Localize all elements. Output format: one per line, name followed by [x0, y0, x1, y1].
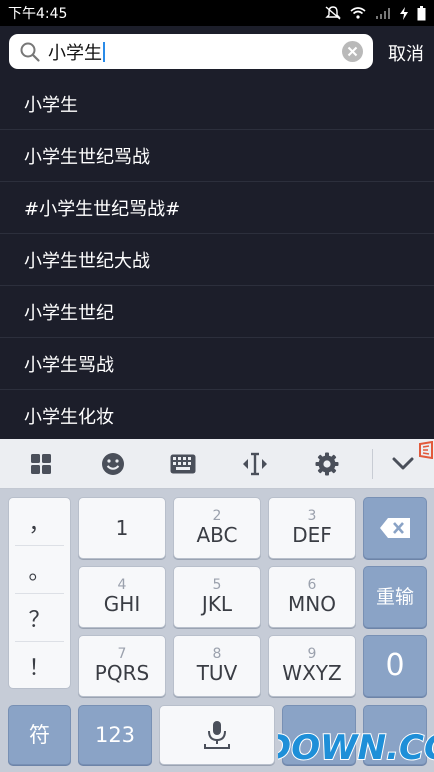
status-time: 下午4:45	[8, 6, 68, 22]
key-number: 6	[307, 577, 317, 593]
grid-icon	[31, 454, 51, 474]
key-number: 8	[212, 646, 222, 662]
watermark-logo: DOWN.CC	[278, 722, 434, 772]
search-input[interactable]: 小学生	[48, 39, 105, 65]
keyboard-switch-button[interactable]	[158, 439, 208, 489]
key-label: JKL	[201, 592, 233, 616]
punctuation-key-question[interactable]: ？	[15, 594, 64, 642]
punctuation-key-comma[interactable]: ，	[15, 498, 64, 546]
key-number: 9	[307, 646, 317, 662]
symbols-button[interactable]: 符	[8, 705, 71, 765]
suggestion-item[interactable]: 小学生世纪	[0, 286, 434, 338]
key-number: 3	[307, 508, 317, 524]
suggestion-item[interactable]: 小学生骂战	[0, 338, 434, 390]
numbers-label: 123	[94, 723, 136, 747]
suggestion-item[interactable]: 小学生世纪大战	[0, 234, 434, 286]
punctuation-column: ， 。 ？ ！	[8, 497, 71, 689]
key-number: 7	[117, 646, 127, 662]
key-5-jkl[interactable]: 5 JKL	[173, 566, 261, 628]
search-bar: 小学生 取消	[0, 26, 434, 78]
suggestion-item[interactable]: 小学生世纪骂战	[0, 130, 434, 182]
cursor-move-icon	[243, 452, 267, 476]
key-label: 1	[115, 516, 129, 540]
symbols-label: 符	[29, 723, 50, 747]
cursor-move-button[interactable]	[230, 439, 280, 489]
watermark-text: DOWN.CC	[278, 728, 434, 768]
suggestion-list: 小学生 小学生世纪骂战 #小学生世纪骂战# 小学生世纪大战 小学生世纪 小学生骂…	[0, 78, 434, 439]
punctuation-key-period[interactable]: 。	[15, 546, 64, 594]
space-voice-button[interactable]	[159, 705, 275, 765]
key-6-mno[interactable]: 6 MNO	[268, 566, 356, 628]
key-8-tuv[interactable]: 8 TUV	[173, 635, 261, 697]
mute-icon	[325, 6, 341, 20]
key-number: 2	[212, 508, 222, 524]
key-label: ABC	[196, 523, 238, 547]
backspace-button[interactable]	[363, 497, 427, 559]
key-4-ghi[interactable]: 4 GHI	[78, 566, 166, 628]
key-label: 0	[385, 648, 405, 683]
collapse-chevron-icon	[392, 457, 414, 470]
key-9-wxyz[interactable]: 9 WXYZ	[268, 635, 356, 697]
suggestion-item[interactable]: 小学生化妆	[0, 390, 434, 439]
key-2-abc[interactable]: 2 ABC	[173, 497, 261, 559]
key-label: WXYZ	[282, 661, 342, 685]
cancel-button[interactable]: 取消	[388, 40, 424, 66]
charging-icon	[400, 6, 408, 20]
close-icon	[347, 46, 358, 57]
suggestion-item[interactable]: #小学生世纪骂战#	[0, 182, 434, 234]
gear-icon	[315, 452, 339, 476]
signal-icon	[376, 8, 390, 19]
down-cc-logo-icon: DOWN.CC	[278, 727, 434, 769]
search-icon	[20, 42, 40, 62]
grid-button[interactable]	[16, 439, 66, 489]
key-0[interactable]: 0	[363, 635, 427, 697]
key-label: DEF	[292, 523, 332, 547]
key-label: MNO	[288, 592, 336, 616]
search-box[interactable]: 小学生	[9, 34, 373, 69]
keyboard-toolbar	[0, 439, 434, 489]
key-1[interactable]: 1	[78, 497, 166, 559]
ime-logo-icon	[419, 441, 433, 459]
key-label: GHI	[103, 592, 141, 616]
text-cursor	[103, 41, 105, 62]
search-query: 小学生	[48, 42, 102, 64]
key-number: 4	[117, 577, 127, 593]
backspace-icon	[380, 518, 410, 538]
toolbar-divider	[372, 449, 373, 479]
battery-icon	[417, 5, 426, 20]
reenter-label: 重输	[375, 586, 414, 608]
key-number: 5	[212, 577, 222, 593]
key-7-pqrs[interactable]: 7 PQRS	[78, 635, 166, 697]
status-bar: 下午4:45	[0, 0, 434, 26]
numbers-button[interactable]: 123	[78, 705, 152, 765]
reenter-button[interactable]: 重输	[363, 566, 427, 628]
wifi-icon	[350, 7, 366, 19]
keyboard-icon	[170, 454, 196, 474]
emoji-button[interactable]	[88, 439, 138, 489]
key-label: TUV	[196, 661, 238, 685]
microphone-icon	[204, 721, 230, 749]
key-label: PQRS	[94, 661, 150, 685]
key-3-def[interactable]: 3 DEF	[268, 497, 356, 559]
punctuation-key-exclamation[interactable]: ！	[15, 642, 64, 690]
settings-button[interactable]	[302, 439, 352, 489]
emoji-icon	[102, 453, 124, 475]
suggestion-item[interactable]: 小学生	[0, 78, 434, 130]
clear-search-button[interactable]	[342, 41, 363, 62]
